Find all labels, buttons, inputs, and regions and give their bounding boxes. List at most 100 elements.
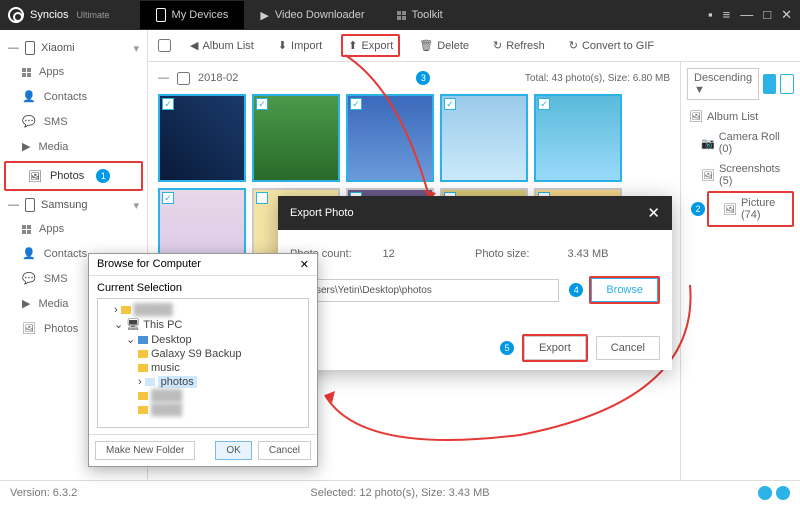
app-header: Syncios Ultimate My Devices ▶Video Downl… [0, 0, 800, 30]
logo-icon [8, 7, 24, 23]
photo-thumb[interactable]: ✓ [440, 94, 528, 182]
sidebar-item-apps[interactable]: Apps [0, 60, 147, 84]
photo-size-value: 3.43 MB [568, 248, 661, 260]
thumb-checkbox[interactable]: ✓ [444, 98, 456, 110]
phone-icon [25, 41, 35, 55]
browse-folder-dialog: Browse for Computer✕ Current Selection ›… [88, 253, 318, 467]
facebook-icon[interactable] [758, 486, 772, 500]
folder-tree[interactable]: › █████ ⌄ 🖥 This PC ⌄ Desktop Galaxy S9 … [97, 298, 309, 428]
app-edition: Ultimate [77, 10, 110, 20]
sidebar-item-sms[interactable]: 💬SMS [0, 109, 147, 134]
photo-count-value: 12 [383, 248, 476, 260]
tab-video-downloader[interactable]: ▶Video Downloader [244, 1, 380, 29]
folder-icon [138, 406, 148, 414]
photos-icon: 🖼 [28, 170, 42, 183]
convert-gif-button[interactable]: ↻ Convert to GIF [564, 36, 659, 55]
tree-node-this-pc[interactable]: ⌄ 🖥 This PC [102, 317, 304, 332]
close-icon[interactable]: ✕ [781, 7, 792, 23]
browse-button[interactable]: Browse [591, 278, 658, 302]
device-xiaomi[interactable]: — Xiaomi▾ [0, 36, 147, 60]
tab-my-devices[interactable]: My Devices [140, 1, 245, 29]
device-samsung[interactable]: — Samsung▾ [0, 193, 147, 217]
album-screenshots[interactable]: 🖼 Screenshots (5) [687, 159, 794, 191]
step-badge-5: 5 [500, 341, 514, 355]
phone-icon [156, 8, 166, 22]
photo-thumb[interactable]: ✓ [158, 94, 246, 182]
tree-node-desktop[interactable]: ⌄ Desktop [102, 332, 304, 347]
album-picture[interactable]: 🖼 Picture (74) [709, 193, 792, 225]
calendar-button-2[interactable] [780, 74, 794, 94]
browse-close-icon[interactable]: ✕ [300, 258, 309, 271]
folder-icon [121, 306, 131, 314]
album-list-button[interactable]: ◀ Album List [185, 36, 259, 55]
tree-node-backup[interactable]: Galaxy S9 Backup [102, 347, 304, 361]
version-label: Version: 6.3.2 [10, 487, 77, 499]
browse-ok-button[interactable]: OK [215, 441, 251, 460]
sidebar-item-media[interactable]: ▶Media [0, 134, 147, 159]
twitter-icon[interactable] [776, 486, 790, 500]
import-button[interactable]: ⬇ Import [273, 36, 327, 55]
browse-cancel-button[interactable]: Cancel [258, 441, 311, 460]
calendar-button-1[interactable] [763, 74, 776, 94]
feedback-icon[interactable]: ▪ [708, 7, 713, 23]
delete-button[interactable]: 🗑 Delete [414, 36, 474, 55]
folder-icon [138, 350, 148, 358]
menu-icon[interactable]: ≡ [723, 7, 731, 23]
album-list-root[interactable]: 🖼 Album List [687, 106, 794, 127]
apps-icon [22, 68, 31, 77]
export-photo-dialog: Export Photo✕ Photo count:12Photo size:3… [278, 196, 672, 370]
contacts-icon: 👤 [22, 90, 36, 103]
export-path-input[interactable] [290, 279, 559, 302]
sms-icon: 💬 [22, 272, 36, 285]
dialog-header[interactable]: Export Photo✕ [278, 196, 672, 230]
tree-node[interactable]: ████ [102, 389, 304, 403]
photo-thumb[interactable]: ✓ [534, 94, 622, 182]
export-cancel-button[interactable]: Cancel [596, 336, 660, 360]
date-group-row[interactable]: — 2018-023Total: 43 photo(s), Size: 6.80… [158, 68, 670, 88]
grid-icon [397, 11, 406, 20]
tree-node-music[interactable]: music [102, 361, 304, 375]
sidebar-item-apps-2[interactable]: Apps [0, 217, 147, 241]
export-confirm-button[interactable]: Export [524, 336, 586, 360]
photos-icon: 🖼 [22, 322, 36, 335]
album-camera-roll[interactable]: 📷 Camera Roll (0) [687, 127, 794, 159]
photo-thumb[interactable]: ✓ [252, 94, 340, 182]
media-icon: ▶ [22, 297, 30, 310]
group-checkbox[interactable] [177, 72, 190, 85]
thumb-checkbox[interactable] [256, 192, 268, 204]
make-new-folder-button[interactable]: Make New Folder [95, 441, 195, 460]
thumb-checkbox[interactable]: ✓ [350, 98, 362, 110]
chevron-down-icon: ▾ [133, 199, 139, 212]
photo-size-label: Photo size: [475, 248, 568, 260]
thumb-checkbox[interactable]: ✓ [162, 98, 174, 110]
tree-node[interactable]: › █████ [102, 303, 304, 317]
thumb-checkbox[interactable]: ✓ [256, 98, 268, 110]
sort-button[interactable]: Descending ▼ [687, 68, 759, 100]
selection-summary: Selected: 12 photo(s), Size: 3.43 MB [310, 487, 489, 499]
play-icon: ▶ [260, 9, 268, 22]
sidebar-item-contacts[interactable]: 👤Contacts [0, 84, 147, 109]
window-controls: ▪ ≡ — □ ✕ [708, 7, 792, 23]
sidebar-item-photos[interactable]: 🖼Photos1 [6, 163, 141, 189]
minimize-icon[interactable]: — [740, 7, 753, 23]
browse-header[interactable]: Browse for Computer✕ [89, 254, 317, 276]
export-button[interactable]: ⬆ Export [343, 36, 398, 55]
step-badge-1: 1 [96, 169, 110, 183]
photo-thumb[interactable]: ✓ [346, 94, 434, 182]
tab-toolkit[interactable]: Toolkit [381, 1, 459, 29]
refresh-button[interactable]: ↻ Refresh [488, 36, 550, 55]
tree-node[interactable]: ████ [102, 403, 304, 417]
dialog-close-icon[interactable]: ✕ [647, 204, 660, 222]
thumb-checkbox[interactable]: ✓ [162, 192, 174, 204]
folder-icon [138, 364, 148, 372]
maximize-icon[interactable]: □ [763, 7, 771, 23]
sms-icon: 💬 [22, 115, 36, 128]
toolbar: ◀ Album List ⬇ Import ⬆ Export 🗑 Delete … [148, 30, 800, 62]
select-all-checkbox[interactable] [158, 39, 171, 52]
thumb-checkbox[interactable]: ✓ [538, 98, 550, 110]
tree-node-photos[interactable]: › photos [102, 375, 304, 389]
app-logo: Syncios Ultimate [8, 7, 110, 23]
step-badge-2: 2 [691, 202, 705, 216]
album-sidebar: Descending ▼ 🖼 Album List 📷 Camera Roll … [680, 62, 800, 480]
media-icon: ▶ [22, 140, 30, 153]
